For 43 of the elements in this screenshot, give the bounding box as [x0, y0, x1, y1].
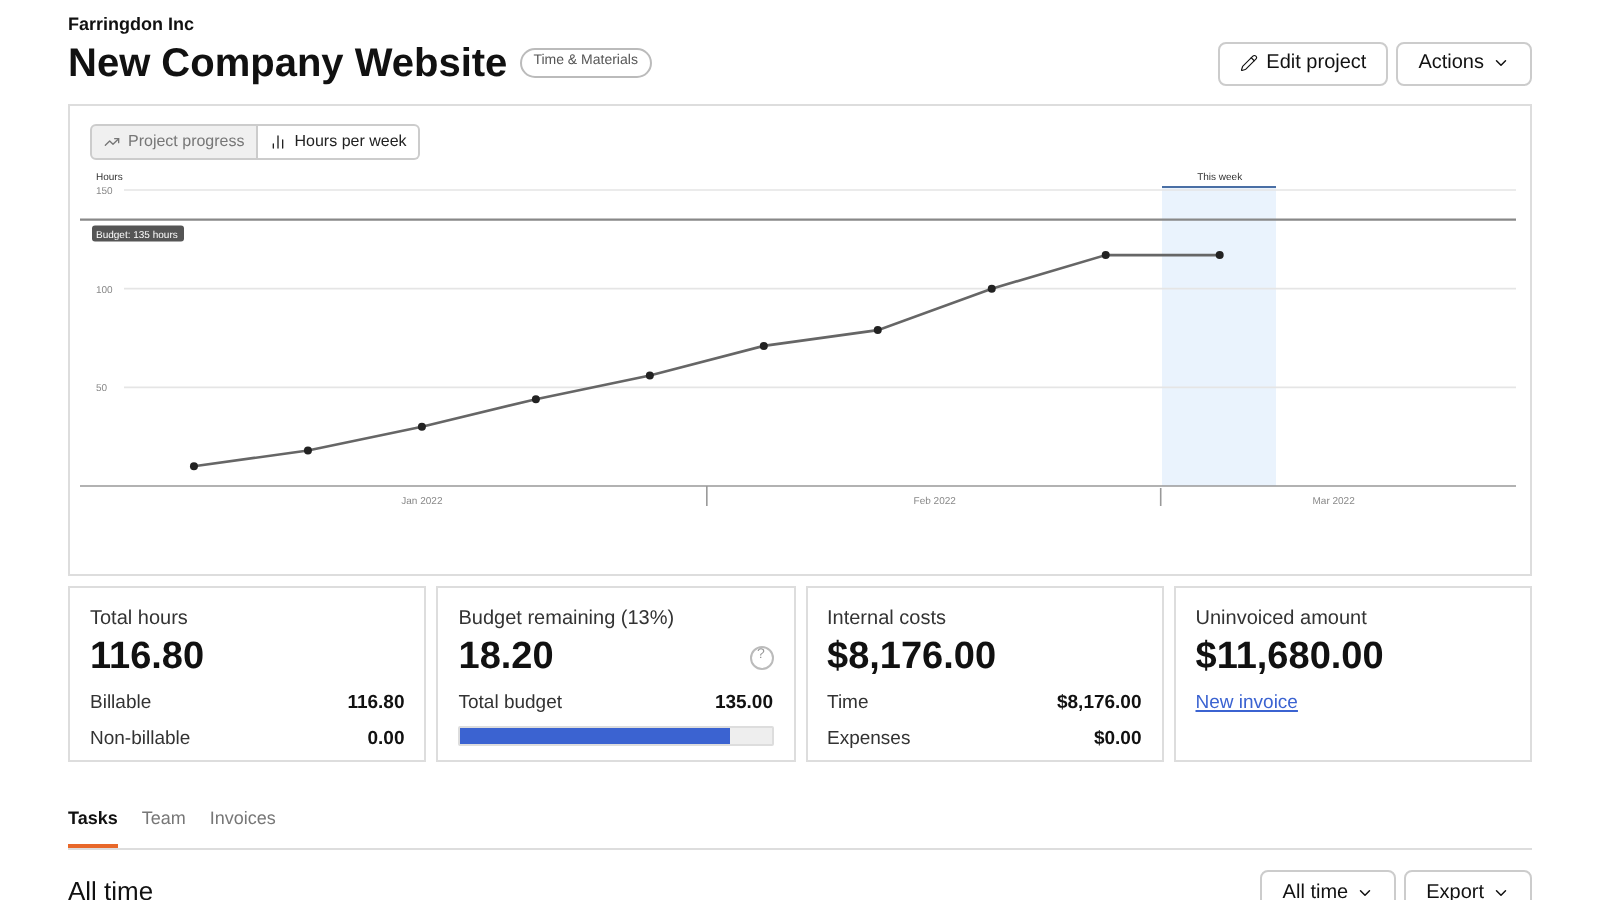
chart-toggle-tab[interactable]: Hours per week: [258, 123, 421, 159]
data-point: [873, 325, 882, 334]
stat-value: 18.20: [458, 633, 554, 681]
stat-title: Total hours: [90, 605, 188, 633]
stat-row-value: 116.80: [347, 689, 405, 717]
data-point: [1215, 250, 1224, 259]
stat-value: 116.80: [90, 633, 205, 681]
stat-row-label: Non-billable: [90, 725, 191, 754]
stat-title: Internal costs: [827, 605, 946, 633]
data-point: [531, 394, 540, 403]
chart-toggle-tab[interactable]: Project progress: [90, 123, 259, 159]
project-title: New Company Website: [68, 39, 508, 87]
stat-row-label: Total budget: [458, 689, 563, 717]
bar-chart-icon: [270, 133, 287, 149]
section-tab[interactable]: Invoices: [209, 805, 276, 848]
data-point: [189, 461, 198, 470]
stat-value: $11,680.00: [1195, 633, 1384, 681]
stat-row-label: Expenses: [827, 725, 911, 754]
stat-title: Uninvoiced amount: [1195, 605, 1367, 633]
new-invoice-link[interactable]: New invoice: [1195, 689, 1298, 718]
data-point: [645, 370, 654, 379]
dropdown-button[interactable]: All time: [1260, 870, 1397, 900]
stat-row-value: $0.00: [1093, 725, 1142, 754]
stat-row-value: 0.00: [367, 725, 405, 754]
section-tab[interactable]: Team: [141, 805, 186, 848]
client-name: Farringdon Inc: [68, 12, 196, 38]
stat-row-label: Time: [827, 689, 869, 717]
edit-project-button[interactable]: Edit project: [1218, 41, 1389, 85]
stat-row-value: $8,176.00: [1056, 689, 1142, 717]
stat-title: Budget remaining (13%): [458, 605, 675, 633]
data-point: [987, 283, 996, 292]
data-point: [759, 340, 768, 349]
data-point: [1101, 250, 1110, 259]
data-point: [303, 445, 312, 454]
stat-value: $8,176.00: [827, 633, 997, 681]
pencil-icon: [1240, 54, 1259, 72]
actions-button[interactable]: Actions: [1396, 41, 1532, 85]
data-point: [417, 421, 426, 430]
chevron-down-icon: [1492, 54, 1510, 72]
stat-row-value: 135.00: [714, 689, 773, 717]
stat-row-label: Billable: [90, 689, 152, 717]
section-tab[interactable]: Tasks: [68, 805, 118, 848]
line-chart-icon: [104, 133, 120, 149]
